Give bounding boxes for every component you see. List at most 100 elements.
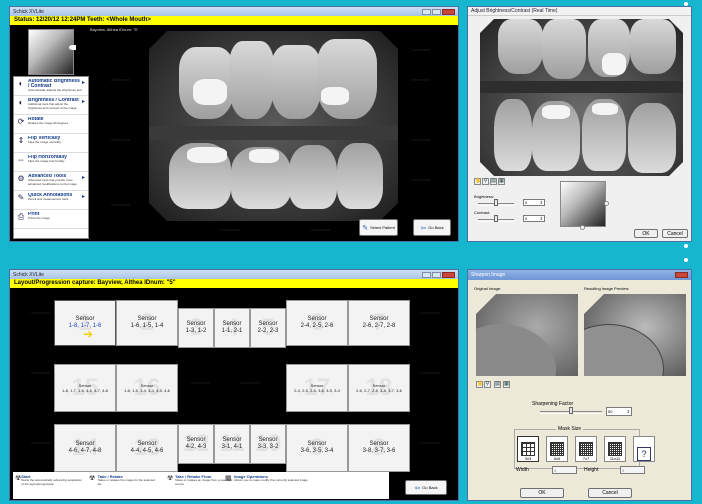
- cancel-button[interactable]: Cancel: [588, 488, 632, 498]
- menu-item-rotate[interactable]: ⟳ Rotate Rotates the image 90 degrees: [14, 115, 88, 134]
- sensor-tile-label: Sensor: [307, 441, 327, 447]
- close-button[interactable]: [675, 272, 688, 278]
- image-tools-menu: ◐ Automatic Brightness / Contrast Automati…: [13, 76, 89, 239]
- menu-item-description: Automatically adjusts the brightness and…: [28, 88, 82, 93]
- pan-icon[interactable]: ✋: [476, 381, 483, 388]
- take-from-icon: ☢: [167, 475, 174, 482]
- sharpen-titlebar[interactable]: Sharpen Image: [468, 270, 691, 280]
- menu-item-annotation[interactable]: ✎ Quick Annotations Pencil and measurement…: [14, 191, 88, 210]
- print-icon: ⎙: [17, 212, 25, 221]
- ruler-icon[interactable]: ▦: [498, 178, 505, 185]
- mask-option[interactable]: 7x7: [575, 436, 597, 462]
- menu-item-advanced-tools[interactable]: ⚙ Advanced Tools Advanced tools that provi…: [14, 172, 88, 191]
- layout-window-titlebar[interactable]: Schick XVLite: [10, 270, 458, 279]
- sensor-tile-teeth: 3-3, 3-2: [257, 444, 279, 450]
- sensor-tile[interactable]: 4 Sensor 1-1, 2-1: [214, 308, 250, 348]
- ruler-icon[interactable]: ▦: [503, 381, 510, 388]
- mask-option[interactable]: ?: [633, 436, 655, 462]
- ok-button[interactable]: OK: [634, 229, 658, 238]
- sharpening-value-field[interactable]: 50 ⇕: [606, 407, 632, 416]
- sensor-tile[interactable]: 2 Sensor 1-6, 1-5, 1-4: [116, 300, 178, 346]
- gradient-pad-handle-bottom[interactable]: [580, 225, 585, 230]
- thumbnail-slider-handle[interactable]: [69, 45, 76, 50]
- sensor-tile[interactable]: 1 Sensor 1-8, 1-7, 1-6 ➔: [54, 300, 116, 346]
- brightness-contrast-gradient-pad[interactable]: [560, 181, 606, 227]
- dialog-titlebar[interactable]: Adjust Brightness/Contrast (Real Time): [468, 7, 691, 16]
- window-title: Schick XVLite: [13, 271, 44, 278]
- sensor-tile[interactable]: 6 Sensor 2-4, 2-5, 2-6: [286, 300, 348, 346]
- zoom-icon[interactable]: ⚲: [484, 381, 491, 388]
- status-bar: Status: 12/20/12 12:24PM Teeth: <Whole M…: [10, 16, 458, 25]
- preview-image: [480, 19, 683, 176]
- sensor-tile[interactable]: 13 Sensor 4-4, 4-5, 4-6: [116, 424, 178, 472]
- watermark-text: Unlicensed: [410, 177, 430, 182]
- cancel-button[interactable]: Cancel: [662, 229, 688, 238]
- sensor-tile[interactable]: 3 Sensor 1-3, 1-2: [178, 308, 214, 348]
- height-field[interactable]: 3: [620, 466, 645, 474]
- fit-icon[interactable]: ▤: [494, 381, 501, 388]
- sensor-tile[interactable]: 17 Sensor 2-4, 2-5, 2-6, 3-6, 3-5, 3-4: [286, 364, 348, 412]
- main-window-titlebar[interactable]: Schick XVLite: [10, 7, 458, 16]
- brightness-value-field[interactable]: 0 ⇕: [523, 199, 545, 206]
- sensor-tile[interactable]: 14 Sensor 4-6, 4-7, 4-8: [54, 424, 116, 472]
- sensor-tile-label: Sensor: [369, 441, 389, 447]
- sharpening-slider-thumb[interactable]: [569, 407, 573, 414]
- mask-option[interactable]: 11x11: [604, 436, 626, 462]
- contrast-value-field[interactable]: 0 ⇕: [523, 215, 545, 222]
- close-button[interactable]: [442, 8, 455, 15]
- sensor-tile[interactable]: 12 Sensor 4-2, 4-3: [178, 424, 214, 464]
- minimize-button[interactable]: [422, 271, 431, 278]
- sensor-tile[interactable]: 10 Sensor 3-3, 3-2: [250, 424, 286, 464]
- image-thumbnail[interactable]: [28, 29, 74, 75]
- go-back-button[interactable]: ⇦ Go Back: [413, 219, 451, 236]
- sensor-tile-teeth: 3-1, 4-1: [221, 444, 243, 450]
- window-title: Schick XVLite: [13, 8, 44, 15]
- sensor-tile-label: Sensor: [307, 316, 327, 322]
- select-patient-button[interactable]: ✎ Select Patient: [359, 219, 398, 236]
- spinner-icon[interactable]: ⇕: [540, 216, 543, 221]
- contrast-slider-thumb[interactable]: [494, 215, 498, 222]
- menu-item-print[interactable]: ⎙ Print Prints the image: [14, 210, 88, 229]
- sensor-tile-label: Sensor: [137, 316, 157, 322]
- sensor-tile[interactable]: 5 Sensor 2-2, 2-3: [250, 308, 286, 348]
- action-description: Starts the automatically advancing acqui…: [21, 478, 82, 486]
- action-start[interactable]: ☢ Start Starts the automatically advancing…: [13, 472, 85, 499]
- sensor-tile-label: Sensor: [222, 321, 242, 327]
- menu-item-brightness[interactable]: ◐ Brightness / Contrast Additional tools t…: [14, 96, 88, 115]
- fit-icon[interactable]: ▤: [490, 178, 497, 185]
- sharpen-image-dialog: Sharpen Image Original Image: Resulting …: [467, 269, 692, 501]
- ok-button[interactable]: OK: [520, 488, 564, 498]
- maximize-button[interactable]: [432, 8, 441, 15]
- menu-item-flip-vertical[interactable]: ⇕ Flip Vertically Flips the image vertical…: [14, 134, 88, 153]
- mask-option[interactable]: 3x3: [517, 436, 539, 462]
- xray-image[interactable]: [149, 31, 398, 221]
- gradient-pad-handle[interactable]: [604, 201, 609, 206]
- sensor-tile[interactable]: 9 Sensor 3-6, 3-5, 3-4: [286, 424, 348, 472]
- brightness-contrast-dialog: Adjust Brightness/Contrast (Real Time) ✋…: [467, 6, 692, 242]
- mask-option-label: 7x7: [582, 456, 590, 461]
- sensor-tile[interactable]: 8 Sensor 3-8, 3-7, 3-6: [348, 424, 410, 472]
- action-image-ops[interactable]: ▦ Image Operations Allows you to make modi…: [223, 472, 313, 499]
- sensor-tile[interactable]: 15 Sensor 1-8, 1-7, 1-6, 4-6, 4-7, 4-8: [54, 364, 116, 412]
- original-image-label: Original Image:: [474, 286, 502, 291]
- layout-go-back-button[interactable]: ⇦ Go Back: [405, 480, 447, 495]
- maximize-button[interactable]: [432, 271, 441, 278]
- connector-dot: [684, 258, 688, 262]
- minimize-button[interactable]: [422, 8, 431, 15]
- close-button[interactable]: [442, 271, 455, 278]
- sensor-tile[interactable]: 7 Sensor 2-6, 2-7, 2-8: [348, 300, 410, 346]
- sensor-tile[interactable]: 16 Sensor 1-6, 1-5, 1-4, 4-4, 4-5, 4-6: [116, 364, 178, 412]
- width-field[interactable]: 3: [552, 466, 577, 474]
- spinner-icon[interactable]: ⇕: [627, 409, 630, 414]
- brightness-slider-thumb[interactable]: [494, 199, 498, 206]
- mask-option[interactable]: 5x5: [546, 436, 568, 462]
- pan-icon[interactable]: ✋: [474, 178, 481, 185]
- spinner-icon[interactable]: ⇕: [540, 200, 543, 205]
- sensor-tile[interactable]: 11 Sensor 3-1, 4-1: [214, 424, 250, 464]
- menu-item-auto-adjust[interactable]: ◐ Automatic Brightness / Contrast Automati…: [14, 77, 88, 96]
- action-take[interactable]: ☢ Take / Retake Takes or retakes the image…: [87, 472, 159, 499]
- sensor-tile-teeth: 2-6, 2-7, 2-8: [362, 323, 396, 329]
- zoom-icon[interactable]: ⚲: [482, 178, 489, 185]
- sensor-tile[interactable]: 18 Sensor 2-6, 2-7, 2-8, 3-8, 3-7, 3-6: [348, 364, 410, 412]
- menu-item-flip-horizontal[interactable]: ⇔ Flip Horizontally Flips the image horizo…: [14, 153, 88, 172]
